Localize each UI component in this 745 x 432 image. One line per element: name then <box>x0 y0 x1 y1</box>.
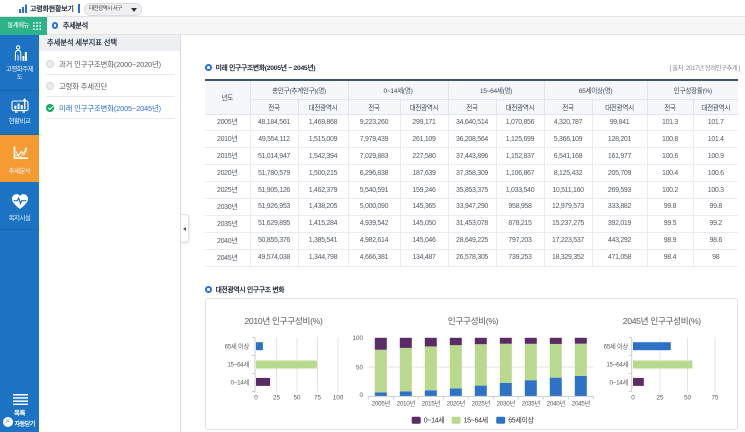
svg-text:15~64세: 15~64세 <box>464 416 488 425</box>
svg-text:2045년: 2045년 <box>572 399 591 408</box>
svg-text:2020년: 2020년 <box>447 399 466 408</box>
svg-text:2025년: 2025년 <box>472 399 491 408</box>
svg-text:25: 25 <box>656 395 664 402</box>
svg-text:0~14세: 0~14세 <box>424 416 445 425</box>
svg-text:65세 이상: 65세 이상 <box>604 342 629 351</box>
svg-text:75: 75 <box>711 395 719 402</box>
svg-text:2005년: 2005년 <box>372 399 391 408</box>
svg-text:25: 25 <box>273 395 281 402</box>
svg-text:0: 0 <box>254 395 258 402</box>
svg-text:100: 100 <box>333 395 344 402</box>
svg-text:50: 50 <box>356 364 364 371</box>
svg-text:2040년: 2040년 <box>547 399 566 408</box>
svg-text:2015년: 2015년 <box>422 399 441 408</box>
svg-text:2010년: 2010년 <box>397 399 416 408</box>
svg-text:0: 0 <box>359 392 363 399</box>
svg-text:인구구성비(%): 인구구성비(%) <box>448 316 499 326</box>
svg-text:0~14세: 0~14세 <box>610 378 629 387</box>
svg-text:2010년 인구구성비(%): 2010년 인구구성비(%) <box>244 316 323 326</box>
svg-text:0: 0 <box>631 395 635 402</box>
svg-text:65세이상: 65세이상 <box>508 416 534 425</box>
svg-text:50: 50 <box>684 395 692 402</box>
svg-text:75: 75 <box>314 395 322 402</box>
svg-text:2030년: 2030년 <box>497 399 516 408</box>
svg-text:100: 100 <box>352 335 363 342</box>
svg-text:15~64세: 15~64세 <box>606 360 628 369</box>
svg-text:65세 이상: 65세 이상 <box>225 342 250 351</box>
svg-text:50: 50 <box>293 395 301 402</box>
svg-text:2045년 인구구성비(%): 2045년 인구구성비(%) <box>623 316 702 326</box>
svg-text:0~14세: 0~14세 <box>231 378 250 387</box>
svg-text:2035년: 2035년 <box>522 399 541 408</box>
svg-text:15~64세: 15~64세 <box>227 360 249 369</box>
